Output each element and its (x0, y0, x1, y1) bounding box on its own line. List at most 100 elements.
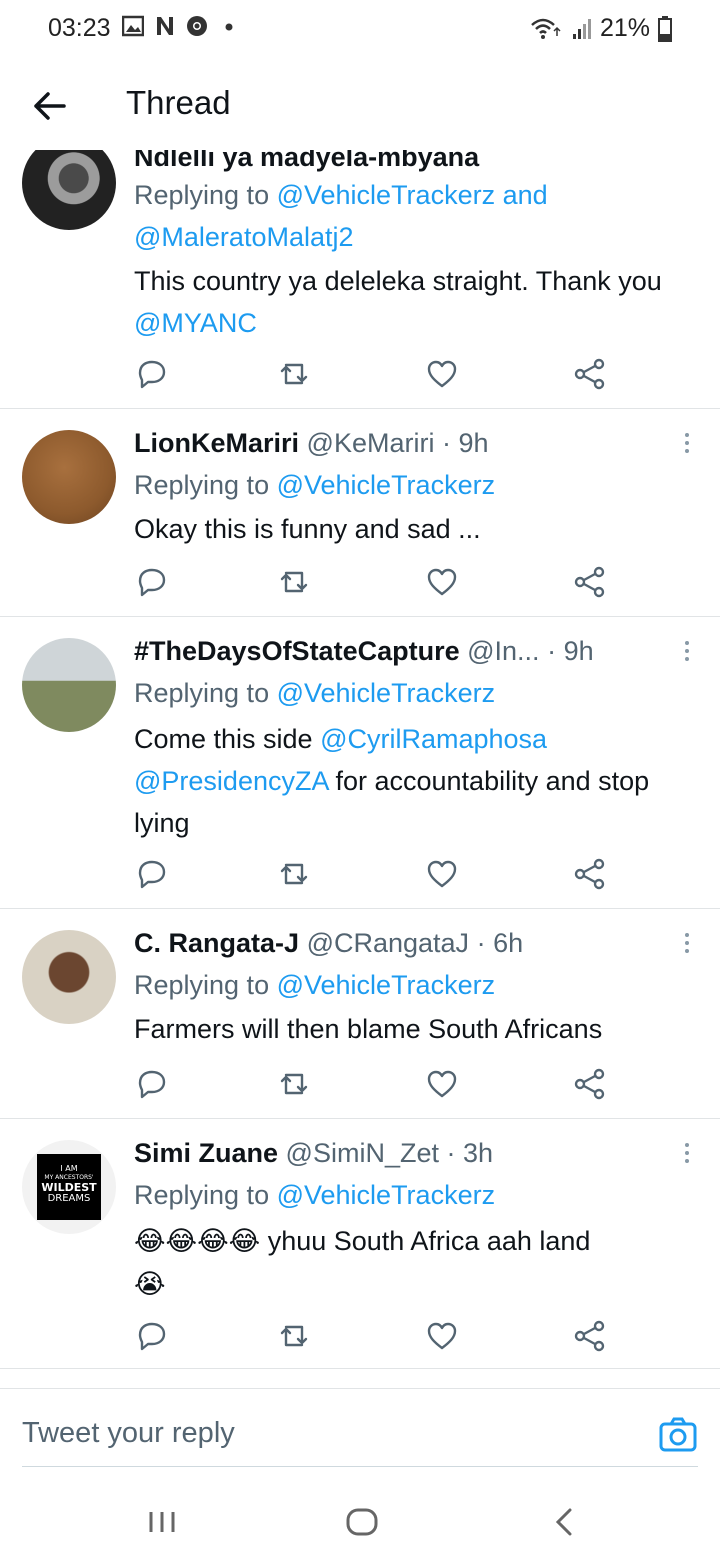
status-bar: 03:23 21% (0, 0, 720, 58)
recent-apps-icon[interactable] (142, 1502, 182, 1542)
tweet-time: · 9h (441, 428, 489, 458)
thread-feed[interactable]: Ndlelli ya madyela-mbyana Replying to @V… (0, 150, 720, 1388)
status-time: 03:23 (48, 14, 111, 42)
retweet-icon[interactable] (276, 1066, 312, 1102)
replying-label: Replying to (134, 1180, 277, 1210)
user-name[interactable]: C. Rangata-J (134, 928, 299, 958)
user-name[interactable]: #TheDaysOfStateCapture (134, 636, 460, 666)
reply-icon[interactable] (134, 564, 170, 600)
mention-link[interactable]: @VehicleTrackerz (277, 678, 495, 708)
avatar[interactable] (22, 150, 116, 230)
replying-label: Replying to (134, 678, 277, 708)
mention-link[interactable]: @PresidencyZA (134, 766, 328, 796)
tweet-actions (134, 856, 614, 896)
replying-to: Replying to @VehicleTrackerz (134, 672, 690, 714)
camera-icon[interactable] (658, 1415, 698, 1455)
mention-link[interactable]: @MYANC (134, 308, 257, 338)
user-handle[interactable]: @CRangataJ (307, 928, 470, 958)
share-icon[interactable] (572, 1066, 608, 1102)
tweet-item[interactable]: I AM MY ANCESTORS' WILDEST DREAMS Simi Z… (0, 1118, 720, 1369)
retweet-icon[interactable] (276, 356, 312, 392)
tweet-actions (134, 1318, 614, 1358)
battery-level: 21% (599, 14, 650, 42)
tweet-actions (134, 1066, 614, 1106)
retweet-icon[interactable] (276, 856, 312, 892)
tweet-reply-input[interactable]: Tweet your reply (22, 1417, 235, 1450)
tweet-actions (134, 564, 614, 604)
more-icon[interactable] (682, 1140, 692, 1170)
avatar[interactable] (22, 930, 116, 1024)
share-icon[interactable] (572, 356, 608, 392)
status-right: 21% (530, 14, 672, 43)
share-icon[interactable] (572, 856, 608, 892)
replying-to: Replying to @VehicleTrackerz (134, 464, 690, 506)
like-icon[interactable] (424, 1066, 460, 1102)
mention-link[interactable]: @VehicleTrackerz and (277, 180, 548, 210)
user-name[interactable]: Simi Zuane (134, 1138, 278, 1168)
more-icon[interactable] (682, 930, 692, 960)
avatar-logo-text: I AM (60, 1164, 78, 1173)
reply-icon[interactable] (134, 1318, 170, 1354)
avatar-logo-text: DREAMS (47, 1193, 91, 1204)
user-name[interactable]: Ndlelli ya madyela-mbyana (134, 150, 479, 172)
share-icon[interactable] (572, 1318, 608, 1354)
tweet-header: LionKeMariri @KeMariri · 9h (134, 428, 674, 459)
more-icon[interactable] (682, 638, 692, 668)
retweet-icon[interactable] (276, 564, 312, 600)
avatar[interactable] (22, 638, 116, 732)
retweet-icon[interactable] (276, 1318, 312, 1354)
tweet-header: Ndlelli ya madyela-mbyana (134, 150, 674, 173)
reply-icon[interactable] (134, 856, 170, 892)
tweet-item[interactable]: C. Rangata-J @CRangataJ · 6h Replying to… (0, 908, 720, 1119)
home-icon[interactable] (342, 1502, 382, 1542)
reply-icon[interactable] (134, 356, 170, 392)
tweet-time: · 3h (446, 1138, 494, 1168)
mention-link[interactable]: @VehicleTrackerz (277, 970, 495, 1000)
like-icon[interactable] (424, 356, 460, 392)
tweet-text: Farmers will then blame South Africans (134, 1014, 603, 1044)
back-icon[interactable] (544, 1502, 584, 1542)
tweet-item[interactable]: #TheDaysOfStateCapture @In... · 9h Reply… (0, 616, 720, 909)
reply-divider (22, 1466, 698, 1467)
battery-icon (658, 15, 672, 42)
reply-bar: Tweet your reply (0, 1388, 720, 1469)
user-handle[interactable]: @SimiN_Zet (286, 1138, 439, 1168)
share-icon[interactable] (572, 564, 608, 600)
app-header: Thread (0, 58, 720, 150)
tweet-item[interactable]: Ndlelli ya madyela-mbyana Replying to @V… (0, 150, 720, 409)
chrome-icon (187, 16, 207, 36)
mention-link[interactable]: @CyrilRamaphosa (320, 724, 547, 754)
news-icon (157, 17, 173, 35)
replying-label: Replying to (134, 180, 277, 210)
tweet-item[interactable]: LionKeMariri @KeMariri · 9h Replying to … (0, 408, 720, 617)
user-handle[interactable]: @KeMariri (307, 428, 435, 458)
tweet-text: This country ya deleleka straight. Thank… (134, 260, 690, 344)
replying-label: Replying to (134, 970, 277, 1000)
more-icon[interactable] (682, 430, 692, 460)
mention-link[interactable]: @VehicleTrackerz (277, 1180, 495, 1210)
notification-icons (122, 15, 240, 37)
like-icon[interactable] (424, 564, 460, 600)
page-title: Thread (126, 84, 231, 121)
tweet-header: #TheDaysOfStateCapture @In... · 9h (134, 636, 674, 667)
gallery-icon (122, 15, 144, 37)
tweet-header: C. Rangata-J @CRangataJ · 6h (134, 928, 674, 959)
replying-to: Replying to @VehicleTrackerz and @Malera… (134, 174, 690, 258)
mention-link[interactable]: @VehicleTrackerz (277, 470, 495, 500)
reply-icon[interactable] (134, 1066, 170, 1102)
avatar[interactable] (22, 430, 116, 524)
tweet-text: Okay this is funny and sad ... (134, 514, 481, 544)
user-name[interactable]: LionKeMariri (134, 428, 299, 458)
system-nav-bar (0, 1468, 720, 1560)
replying-to: Replying to @VehicleTrackerz (134, 1174, 690, 1216)
avatar-logo-text: WILDEST (41, 1181, 97, 1194)
back-arrow-icon[interactable] (30, 86, 70, 126)
tweet-text: 😂😂😂😂 yhuu South Africa aah land 😭 (134, 1220, 690, 1306)
tweet-time: · 6h (476, 928, 524, 958)
like-icon[interactable] (424, 1318, 460, 1354)
avatar[interactable]: I AM MY ANCESTORS' WILDEST DREAMS (22, 1140, 116, 1234)
wifi-icon (531, 18, 561, 39)
mention-link[interactable]: @MaleratoMalatj2 (134, 222, 354, 252)
user-handle[interactable]: @In... (467, 636, 539, 666)
like-icon[interactable] (424, 856, 460, 892)
